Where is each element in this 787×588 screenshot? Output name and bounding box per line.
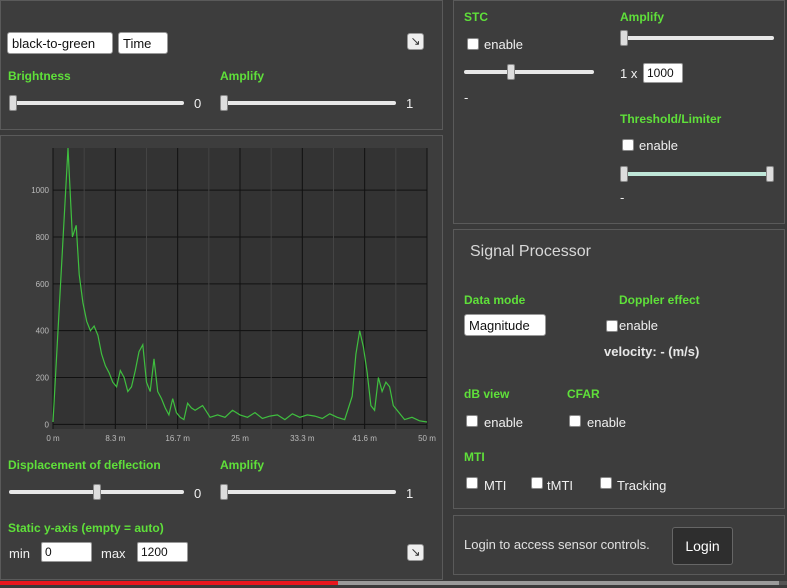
threshold-range-slider[interactable]	[620, 172, 774, 176]
x-tick-label: 33.3 m	[290, 434, 315, 443]
cfar-checkbox[interactable]	[569, 415, 581, 427]
display-controls-panel: black-to-green Time ↘ Brightness 0 Ampli…	[0, 0, 443, 130]
stc-slider[interactable]	[464, 70, 594, 74]
mti-checkbox[interactable]	[466, 477, 478, 489]
doppler-label: Doppler effect	[619, 293, 700, 307]
stc-value: -	[464, 90, 469, 105]
db-view-checkbox[interactable]	[466, 415, 478, 427]
y-tick-label: 200	[36, 373, 50, 382]
cfar-label: CFAR	[567, 387, 600, 401]
deflection-amplify-thumb[interactable]	[220, 484, 228, 500]
stc-amplify-slider[interactable]	[620, 36, 774, 40]
y-tick-label: 800	[36, 233, 50, 242]
x-tick-label: 0 m	[46, 434, 60, 443]
data-mode-value: Magnitude	[469, 318, 530, 333]
db-view-enable-label: enable	[484, 415, 524, 430]
range-profile-chart: 0 200 400 600 800 1000 0 m 8.3 m 16.7 m 25 m 33.3…	[31, 147, 436, 443]
deflection-value: 0	[194, 486, 202, 501]
tracking-label: Tracking	[617, 478, 667, 493]
tmti-label: tMTI	[547, 478, 573, 493]
x-tick-label: 41.6 m	[352, 434, 377, 443]
threshold-enable-checkbox[interactable]	[622, 139, 634, 151]
video-progress-bar[interactable]	[0, 581, 787, 585]
deflection-amplify-value: 1	[406, 486, 414, 501]
x-tick-label: 16.7 m	[165, 434, 190, 443]
brightness-slider-thumb[interactable]	[9, 95, 17, 111]
progress-played	[0, 581, 339, 585]
threshold-min-thumb[interactable]	[620, 166, 628, 182]
amplify-slider-thumb[interactable]	[220, 95, 228, 111]
threshold-value: -	[620, 190, 625, 205]
x-axis-ticks: 0 m 8.3 m 16.7 m 25 m 33.3 m 41.6 m 50 m	[46, 434, 436, 443]
static-yaxis-label: Static y-axis (empty = auto)	[8, 521, 164, 535]
doppler-enable-label: enable	[619, 318, 659, 333]
login-button[interactable]: Login	[672, 527, 733, 565]
deflection-amplify-slider[interactable]	[220, 490, 396, 494]
y-axis-ticks: 0 200 400 600 800 1000	[31, 186, 49, 429]
yaxis-max-input[interactable]	[137, 542, 188, 562]
data-mode-label: Data mode	[464, 293, 526, 307]
velocity-text: velocity: - (m/s)	[604, 344, 700, 359]
amplify-value: 1	[406, 96, 414, 111]
mode-value: Time	[123, 36, 152, 51]
x-tick-label: 8.3 m	[105, 434, 125, 443]
brightness-value: 0	[194, 96, 202, 111]
doppler-enable-checkbox[interactable]	[606, 320, 618, 332]
multiplier-prefix: 1 x	[620, 66, 638, 81]
deflection-slider-thumb[interactable]	[92, 484, 101, 500]
multiplier-input[interactable]	[643, 63, 683, 83]
yaxis-min-label: min	[9, 546, 30, 561]
threshold-title: Threshold/Limiter	[620, 112, 722, 126]
deflection-amplify-label: Amplify	[220, 458, 265, 472]
expand-icon[interactable]: ↘	[407, 544, 424, 561]
y-tick-label: 400	[36, 327, 50, 336]
cfar-enable-label: enable	[587, 415, 627, 430]
mode-select[interactable]: Time	[118, 32, 168, 54]
stc-enable-checkbox[interactable]	[467, 38, 479, 50]
stc-slider-thumb[interactable]	[506, 64, 515, 80]
db-view-label: dB view	[464, 387, 510, 401]
y-tick-label: 0	[45, 420, 50, 429]
threshold-enable-label: enable	[639, 138, 679, 153]
color-map-value: black-to-green	[12, 36, 96, 51]
deflection-label: Displacement of deflection	[8, 458, 161, 472]
yaxis-max-label: max	[101, 546, 126, 561]
color-map-select[interactable]: black-to-green	[7, 32, 113, 54]
signal-processor-title: Signal Processor	[470, 243, 591, 260]
mti-title: MTI	[464, 450, 485, 464]
tracking-checkbox[interactable]	[600, 477, 612, 489]
stc-amplify-thumb[interactable]	[620, 30, 628, 46]
brightness-slider[interactable]	[9, 101, 184, 105]
data-mode-select[interactable]: Magnitude	[464, 314, 546, 336]
login-panel: Login to access sensor controls. Login	[453, 515, 785, 575]
amplify-label: Amplify	[220, 69, 265, 83]
y-tick-label: 1000	[31, 186, 49, 195]
yaxis-min-input[interactable]	[41, 542, 92, 562]
signal-processor-panel: Signal Processor Data mode Magnitude Dop…	[453, 229, 785, 509]
mti-label: MTI	[484, 478, 507, 493]
stc-enable-label: enable	[484, 37, 524, 52]
stc-amplify-label: Amplify	[620, 10, 665, 24]
chart-panel: 0 200 400 600 800 1000 0 m 8.3 m 16.7 m 25 m 33.3…	[0, 135, 443, 580]
stc-panel: STC enable - Amplify 1 x Threshold/Limit…	[453, 0, 785, 224]
tmti-checkbox[interactable]	[531, 477, 543, 489]
amplify-slider[interactable]	[220, 101, 396, 105]
x-tick-label: 50 m	[418, 434, 436, 443]
x-tick-label: 25 m	[231, 434, 249, 443]
brightness-label: Brightness	[8, 69, 71, 83]
expand-icon[interactable]: ↘	[407, 33, 424, 50]
login-message: Login to access sensor controls.	[464, 537, 650, 552]
y-tick-label: 600	[36, 280, 50, 289]
stc-title: STC	[464, 10, 488, 24]
threshold-max-thumb[interactable]	[766, 166, 774, 182]
